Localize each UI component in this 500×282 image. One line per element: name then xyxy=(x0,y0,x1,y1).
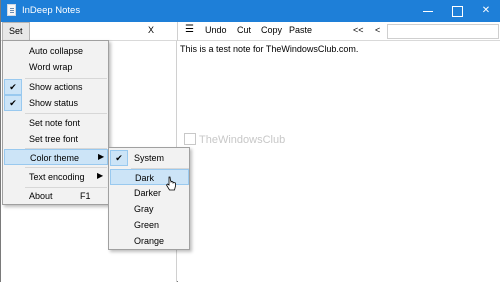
menu-item-color-theme[interactable]: Color theme ▶ xyxy=(4,149,108,165)
minimize-button[interactable] xyxy=(413,0,443,22)
menu-item-text-encoding[interactable]: Text encoding ▶ xyxy=(4,169,108,185)
menu-item-label: Show actions xyxy=(29,82,83,92)
menu-item-show-actions[interactable]: ✔ Show actions xyxy=(4,79,108,95)
theme-item-label: Dark xyxy=(135,173,155,183)
menu-item-show-status[interactable]: ✔ Show status xyxy=(4,95,108,111)
menu-item-label: Word wrap xyxy=(29,62,73,72)
title-bar[interactable]: InDeep Notes ✕ xyxy=(1,0,500,22)
cut-button[interactable]: Cut xyxy=(237,25,251,35)
note-text: This is a test note for TheWindowsClub.c… xyxy=(180,44,359,54)
menu-item-label: Set note font xyxy=(29,118,81,128)
theme-item-green[interactable]: Green xyxy=(110,217,189,233)
watermark: TheWindowsClub xyxy=(184,133,285,146)
theme-item-system[interactable]: ✔ System xyxy=(110,150,189,166)
theme-item-dark[interactable]: Dark xyxy=(110,169,189,185)
submenu-arrow-icon: ▶ xyxy=(97,171,104,180)
notepad-icon xyxy=(7,4,16,16)
watermark-text: TheWindowsClub xyxy=(199,134,286,146)
theme-item-orange[interactable]: Orange xyxy=(110,233,189,249)
app-window: InDeep Notes ✕ X ☰ Undo Cut Copy Paste <… xyxy=(0,0,500,282)
theme-item-label: Gray xyxy=(134,204,154,214)
checkmark-icon: ✔ xyxy=(4,95,22,111)
set-menu-button[interactable]: Set xyxy=(2,22,30,41)
menu-item-label: Set tree font xyxy=(29,134,79,144)
menu-item-label: Show status xyxy=(29,98,79,108)
settings-menu: Auto collapse Word wrap ✔ Show actions ✔… xyxy=(2,40,109,205)
splitter[interactable] xyxy=(177,22,178,41)
search-input[interactable] xyxy=(387,24,499,39)
menu-item-label: Color theme xyxy=(30,153,80,163)
hamburger-icon[interactable]: ☰ xyxy=(185,24,194,35)
theme-item-label: Green xyxy=(134,220,160,230)
paste-button[interactable]: Paste xyxy=(289,25,312,35)
color-theme-submenu: ✔ System Dark Darker Gray Green Orange xyxy=(108,147,190,250)
watermark-logo-icon xyxy=(184,133,196,145)
note-editor[interactable]: This is a test note for TheWindowsClub.c… xyxy=(178,41,500,282)
back-button[interactable]: < xyxy=(375,25,380,35)
theme-item-darker[interactable]: Darker xyxy=(110,185,189,201)
theme-item-label: System xyxy=(134,153,165,163)
menu-item-label: Text encoding xyxy=(29,172,85,182)
menu-item-word-wrap[interactable]: Word wrap xyxy=(4,59,108,75)
menu-item-accelerator: F1 xyxy=(80,191,91,201)
menu-separator xyxy=(25,167,107,168)
menu-item-set-tree-font[interactable]: Set tree font xyxy=(4,131,108,147)
menu-item-label: About xyxy=(29,191,53,201)
menu-item-auto-collapse[interactable]: Auto collapse xyxy=(4,43,108,59)
theme-item-label: Orange xyxy=(134,236,165,246)
theme-item-label: Darker xyxy=(134,188,162,198)
window-title: InDeep Notes xyxy=(22,5,81,16)
undo-button[interactable]: Undo xyxy=(205,25,227,35)
menu-item-set-note-font[interactable]: Set note font xyxy=(4,115,108,131)
set-menu-label: Set xyxy=(9,26,23,36)
menu-item-about[interactable]: About F1 xyxy=(4,188,108,204)
close-tree-button[interactable]: X xyxy=(148,25,154,35)
maximize-button[interactable] xyxy=(442,0,472,22)
theme-item-gray[interactable]: Gray xyxy=(110,201,189,217)
menu-separator xyxy=(25,113,107,114)
submenu-arrow-icon: ▶ xyxy=(98,152,105,161)
checkmark-icon: ✔ xyxy=(4,79,22,95)
close-button[interactable]: ✕ xyxy=(471,0,500,22)
menu-item-label: Auto collapse xyxy=(29,46,84,56)
back-double-button[interactable]: << xyxy=(353,25,364,35)
mouse-cursor-icon xyxy=(165,176,176,191)
checkmark-icon: ✔ xyxy=(110,150,128,166)
copy-button[interactable]: Copy xyxy=(261,25,282,35)
